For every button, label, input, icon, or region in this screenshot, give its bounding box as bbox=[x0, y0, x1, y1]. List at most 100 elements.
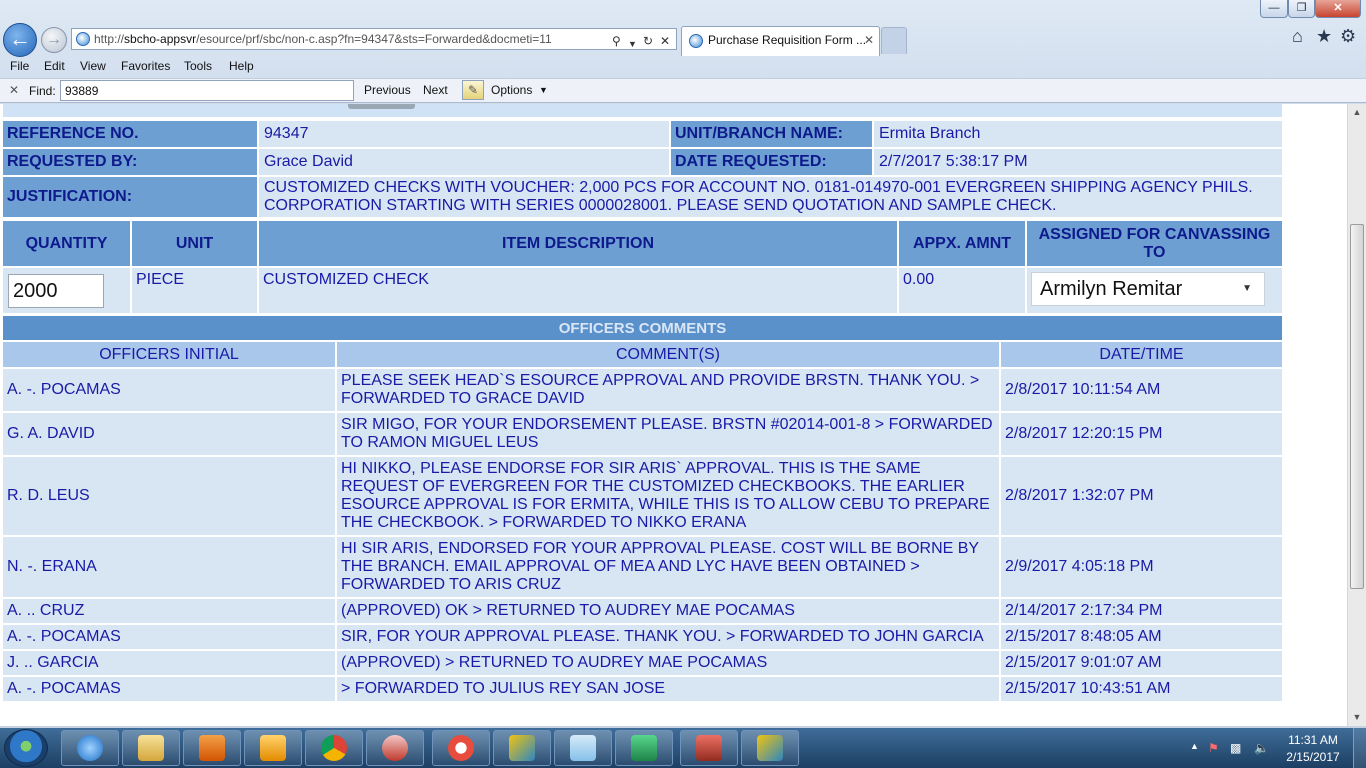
search-icon[interactable]: ⚲ bbox=[612, 31, 621, 49]
menu-help[interactable]: Help bbox=[229, 59, 254, 73]
comment-text: PLEASE SEEK HEAD`S ESOURCE APPROVAL AND … bbox=[337, 369, 999, 411]
pdf-icon[interactable] bbox=[680, 730, 738, 766]
start-button[interactable] bbox=[4, 729, 48, 767]
assigned-select-value: Armilyn Remitar bbox=[1040, 278, 1183, 300]
comment-row: N. -. ERANA HI SIR ARIS, ENDORSED FOR YO… bbox=[3, 537, 1282, 597]
officers-comments-title: OFFICERS COMMENTS bbox=[3, 316, 1282, 340]
media-player-icon[interactable] bbox=[183, 730, 241, 766]
internet-explorer-icon[interactable] bbox=[61, 730, 119, 766]
find-label: Find: bbox=[29, 84, 56, 98]
menu-tools[interactable]: Tools bbox=[184, 59, 212, 73]
outlook-icon[interactable] bbox=[244, 730, 302, 766]
chevron-down-icon: ▼ bbox=[1242, 283, 1252, 294]
gear-icon[interactable]: ⚙ bbox=[1340, 26, 1356, 47]
officer-initial: R. D. LEUS bbox=[3, 457, 335, 535]
date-requested-label: DATE REQUESTED: bbox=[671, 149, 872, 175]
menu-favorites[interactable]: Favorites bbox=[121, 59, 170, 73]
address-prefix: http:// bbox=[94, 32, 125, 46]
officer-initial: G. A. DAVID bbox=[3, 413, 335, 455]
pencil-icon[interactable]: ✎ bbox=[462, 80, 484, 100]
find-next-button[interactable]: Next bbox=[423, 83, 448, 97]
find-input[interactable] bbox=[60, 80, 354, 101]
tab-purchase-requisition[interactable]: Purchase Requisition Form ... ✕ bbox=[681, 26, 880, 56]
clock-time[interactable]: 11:31 AM bbox=[1281, 733, 1345, 747]
justification-label: JUSTIFICATION: bbox=[3, 177, 257, 217]
dynamics-icon[interactable] bbox=[741, 730, 799, 766]
requested-by-value: Grace David bbox=[259, 149, 669, 175]
network-icon[interactable]: ▩ bbox=[1230, 741, 1241, 755]
address-host: sbcho-appsvr bbox=[124, 32, 197, 46]
reference-label: REFERENCE NO. bbox=[3, 121, 257, 147]
date-time-header: DATE/TIME bbox=[1001, 342, 1282, 367]
navigation-bar: ← → http://sbcho-appsvr/esource/prf/sbc/… bbox=[0, 22, 1366, 57]
amount-cell: 0.00 bbox=[899, 268, 1025, 313]
chevron-down-icon[interactable]: ▼ bbox=[539, 85, 548, 95]
tab-close-icon[interactable]: ✕ bbox=[864, 27, 874, 53]
comment-date: 2/9/2017 4:05:18 PM bbox=[1001, 537, 1282, 597]
comment-date: 2/15/2017 10:43:51 AM bbox=[1001, 677, 1282, 701]
top-strip bbox=[3, 104, 1282, 117]
comment-text: SIR, FOR YOUR APPROVAL PLEASE. THANK YOU… bbox=[337, 625, 999, 649]
ie-page-icon bbox=[689, 34, 703, 48]
menu-view[interactable]: View bbox=[80, 59, 106, 73]
browser-chrome: — ❐ ✕ ← → http://sbcho-appsvr/esource/pr… bbox=[0, 0, 1366, 104]
file-explorer-icon[interactable] bbox=[122, 730, 180, 766]
show-desktop-button[interactable] bbox=[1353, 728, 1366, 768]
home-icon[interactable]: ⌂ bbox=[1292, 26, 1303, 47]
comment-row: J. .. GARCIA (APPROVED) > RETURNED TO AU… bbox=[3, 651, 1282, 675]
app-icon[interactable] bbox=[432, 730, 490, 766]
close-window-button[interactable]: ✕ bbox=[1315, 0, 1361, 18]
taskbar: ▲ ⚑ ▩ 🔈 11:31 AM 2/15/2017 bbox=[0, 728, 1366, 768]
scroll-up-icon[interactable]: ▲ bbox=[1348, 104, 1366, 121]
notepad-icon[interactable] bbox=[554, 730, 612, 766]
excel-icon[interactable] bbox=[615, 730, 673, 766]
unit-label: UNIT/BRANCH NAME: bbox=[671, 121, 872, 147]
clock-date[interactable]: 2/15/2017 bbox=[1281, 750, 1345, 764]
find-previous-button[interactable]: Previous bbox=[364, 83, 411, 97]
comment-text: HI NIKKO, PLEASE ENDORSE FOR SIR ARIS` A… bbox=[337, 457, 999, 535]
refresh-icon[interactable]: ↻ bbox=[643, 31, 653, 49]
quantity-header: QUANTITY bbox=[3, 221, 130, 266]
comment-text: HI SIR ARIS, ENDORSED FOR YOUR APPROVAL … bbox=[337, 537, 999, 597]
chrome-icon[interactable] bbox=[305, 730, 363, 766]
comment-row: A. .. CRUZ (APPROVED) OK > RETURNED TO A… bbox=[3, 599, 1282, 623]
new-tab-button[interactable] bbox=[881, 27, 907, 54]
date-requested-value: 2/7/2017 5:38:17 PM bbox=[874, 149, 1282, 175]
close-find-icon[interactable]: ✕ bbox=[9, 83, 19, 97]
comment-text: > FORWARDED TO JULIUS REY SAN JOSE bbox=[337, 677, 999, 701]
item-description-header: ITEM DESCRIPTION bbox=[259, 221, 897, 266]
forward-button[interactable]: → bbox=[41, 27, 67, 53]
find-options-button[interactable]: Options bbox=[491, 83, 532, 97]
unit-value: Ermita Branch bbox=[874, 121, 1282, 147]
action-center-icon[interactable]: ⚑ bbox=[1208, 741, 1219, 755]
requested-by-label: REQUESTED BY: bbox=[3, 149, 257, 175]
show-hidden-icons-icon[interactable]: ▲ bbox=[1190, 741, 1199, 751]
menu-bar: File Edit View Favorites Tools Help bbox=[0, 56, 1366, 78]
assigned-select[interactable]: Armilyn Remitar ▼ bbox=[1031, 272, 1265, 306]
back-button[interactable]: ← bbox=[3, 23, 37, 57]
address-bar[interactable]: http://sbcho-appsvr/esource/prf/sbc/non-… bbox=[71, 28, 677, 50]
scrollbar-thumb[interactable] bbox=[1350, 224, 1364, 589]
justification-value: CUSTOMIZED CHECKS WITH VOUCHER: 2,000 PC… bbox=[259, 177, 1282, 217]
quantity-input[interactable] bbox=[8, 274, 104, 308]
find-bar: ✕ Find: Previous Next ✎ Options ▼ bbox=[0, 78, 1366, 103]
title-bar: — ❐ ✕ bbox=[0, 0, 1366, 22]
maximize-button[interactable]: ❐ bbox=[1288, 0, 1315, 18]
comment-date: 2/8/2017 10:11:54 AM bbox=[1001, 369, 1282, 411]
menu-edit[interactable]: Edit bbox=[44, 59, 65, 73]
volume-icon[interactable]: 🔈 bbox=[1254, 741, 1269, 755]
dropdown-icon[interactable]: ▼ bbox=[628, 34, 637, 49]
stop-icon[interactable]: ✕ bbox=[660, 31, 670, 49]
snipping-tool-icon[interactable] bbox=[366, 730, 424, 766]
officers-initial-header: OFFICERS INITIAL bbox=[3, 342, 335, 367]
tab-title: Purchase Requisition Form ... bbox=[708, 33, 867, 47]
unit-header: UNIT bbox=[132, 221, 257, 266]
scroll-down-icon[interactable]: ▼ bbox=[1348, 709, 1366, 726]
star-icon[interactable]: ★ bbox=[1316, 26, 1332, 47]
menu-file[interactable]: File bbox=[10, 59, 29, 73]
vertical-scrollbar[interactable]: ▲ ▼ bbox=[1347, 104, 1366, 726]
dynamics-icon[interactable] bbox=[493, 730, 551, 766]
minimize-button[interactable]: — bbox=[1260, 0, 1288, 18]
comment-row: A. -. POCAMAS > FORWARDED TO JULIUS REY … bbox=[3, 677, 1282, 701]
comment-row: G. A. DAVID SIR MIGO, FOR YOUR ENDORSEME… bbox=[3, 413, 1282, 455]
